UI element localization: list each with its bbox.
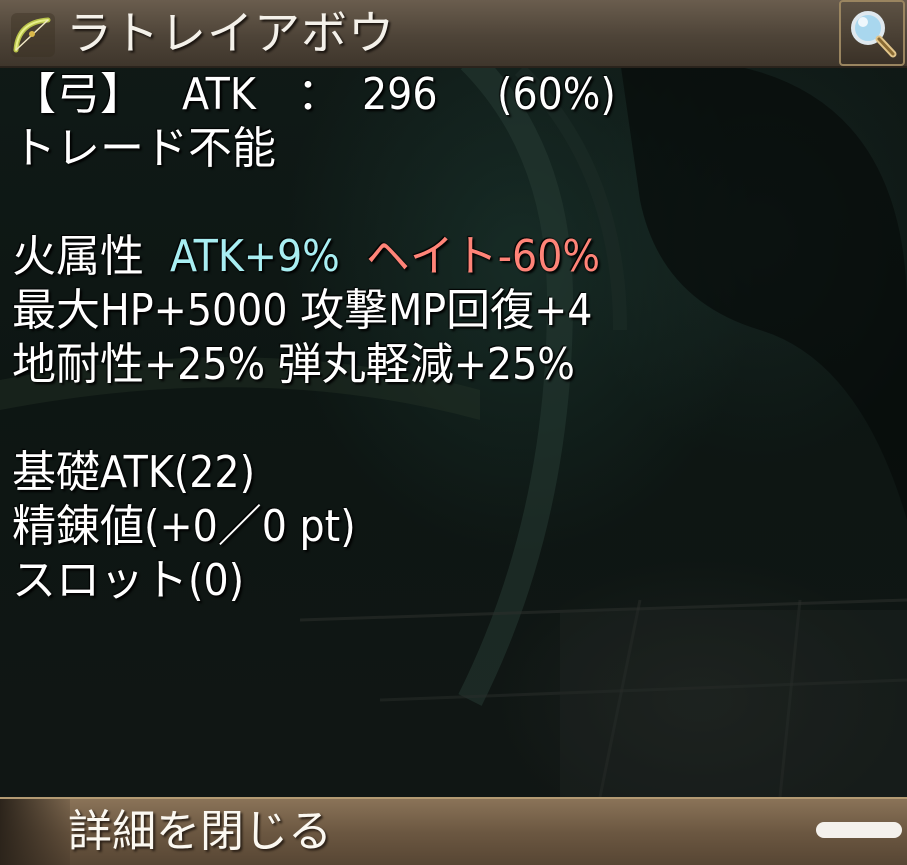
base-atk: 基礎ATK(22) xyxy=(12,447,256,498)
bow-icon xyxy=(10,12,56,58)
search-button[interactable] xyxy=(839,0,905,66)
refine-value: 精錬値(+0／0 pt) xyxy=(12,501,356,552)
item-details: 【弓】 ATK ： 296 (60%) トレード不能 火属性 ATK+9% ヘイ… xyxy=(12,68,892,608)
weapon-type: 【弓】 xyxy=(12,69,144,120)
element-label: 火属性 xyxy=(12,231,144,282)
footer-edge xyxy=(0,799,70,865)
weapon-atk-line: 【弓】 ATK ： 296 (60%) xyxy=(12,68,892,122)
magnifier-icon xyxy=(851,11,897,58)
item-detail-window: ラトレイアボウ 【弓】 ATK ： 296 (60%) トレード不能 火属性 A… xyxy=(0,0,907,865)
scroll-indicator[interactable] xyxy=(816,822,902,838)
close-details-label: 詳細を閉じる xyxy=(68,806,332,857)
slot-count: スロット(0) xyxy=(12,555,245,606)
atk-bonus: ATK+9% xyxy=(170,231,340,282)
atk-label: ATK xyxy=(182,69,256,120)
atk-value: 296 xyxy=(362,69,438,120)
close-details-button[interactable]: 詳細を閉じる xyxy=(0,797,907,865)
hate-modifier: ヘイト-60% xyxy=(365,231,601,282)
trade-status: トレード不能 xyxy=(12,123,276,174)
title-bar: ラトレイアボウ xyxy=(0,0,907,68)
atk-percent: (60%) xyxy=(497,69,616,120)
effect-line-2: 最大HP+5000 攻撃MP回復+4 xyxy=(12,285,593,336)
effect-line-1: 火属性 ATK+9% ヘイト-60% xyxy=(12,230,892,284)
effect-line-3: 地耐性+25% 弾丸軽減+25% xyxy=(12,339,575,390)
item-name: ラトレイアボウ xyxy=(66,6,395,60)
atk-colon: ： xyxy=(297,69,341,120)
